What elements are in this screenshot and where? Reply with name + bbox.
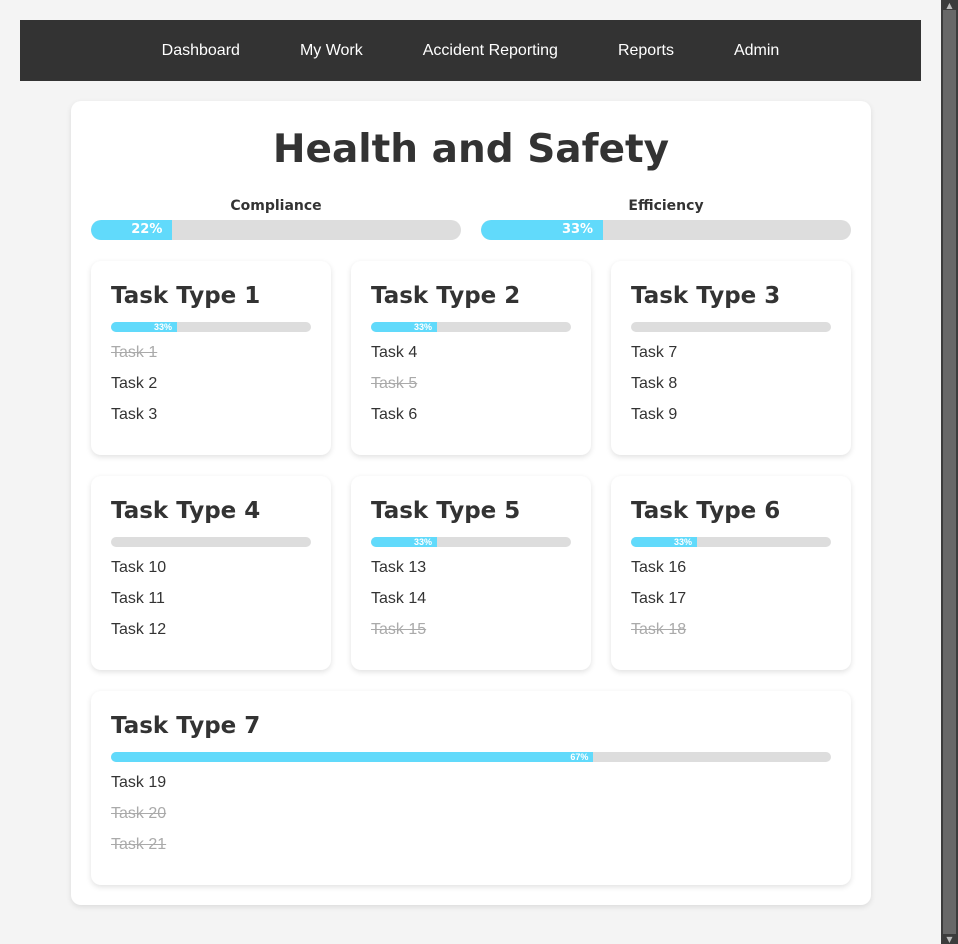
- task-type-title: Task Type 2: [371, 283, 521, 309]
- task-type-card-2: Task Type 2 33% Task 4 Task 5 Task 6: [351, 261, 591, 455]
- task-type-card-4: Task Type 4 Task 10 Task 11 Task 12: [91, 476, 331, 670]
- scroll-up-arrow-icon[interactable]: ▲: [941, 0, 958, 10]
- task-item[interactable]: Task 15: [371, 620, 426, 651]
- vertical-scrollbar[interactable]: ▲ ▼: [941, 0, 958, 944]
- efficiency-progress-fill: 33%: [481, 220, 604, 240]
- task-item[interactable]: Task 17: [631, 589, 686, 620]
- task-type-title: Task Type 3: [631, 283, 781, 309]
- task-type-card-5: Task Type 5 33% Task 13 Task 14 Task 15: [351, 476, 591, 670]
- task-type-progress-bar: [111, 537, 311, 547]
- scroll-down-arrow-icon[interactable]: ▼: [941, 934, 958, 944]
- task-item[interactable]: Task 14: [371, 589, 426, 620]
- task-type-progress-fill: 33%: [111, 322, 177, 332]
- main-container: Health and Safety Compliance 22% Efficie…: [71, 101, 871, 905]
- nav-my-work[interactable]: My Work: [300, 42, 363, 60]
- task-type-card-3: Task Type 3 Task 7 Task 8 Task 9: [611, 261, 851, 455]
- task-item[interactable]: Task 21: [111, 835, 166, 866]
- compliance-progress-bar: 22%: [91, 220, 461, 240]
- task-item[interactable]: Task 16: [631, 558, 686, 589]
- task-list: Task 19 Task 20 Task 21: [111, 773, 166, 866]
- task-type-progress-fill: 33%: [371, 322, 437, 332]
- nav-reports[interactable]: Reports: [618, 42, 674, 60]
- efficiency-progress-bar: 33%: [481, 220, 851, 240]
- task-type-progress-bar: 33%: [371, 322, 571, 332]
- task-item[interactable]: Task 19: [111, 773, 166, 804]
- task-type-progress-bar: 67%: [111, 752, 831, 762]
- task-type-progress-fill: 33%: [631, 537, 697, 547]
- task-item[interactable]: Task 5: [371, 374, 417, 405]
- task-item[interactable]: Task 18: [631, 620, 686, 651]
- viewport: Dashboard My Work Accident Reporting Rep…: [0, 0, 942, 944]
- task-item[interactable]: Task 10: [111, 558, 166, 589]
- task-type-progress-bar: 33%: [631, 537, 831, 547]
- task-item[interactable]: Task 13: [371, 558, 426, 589]
- task-list: Task 4 Task 5 Task 6: [371, 343, 417, 436]
- task-type-title: Task Type 5: [371, 498, 521, 524]
- task-type-title: Task Type 4: [111, 498, 261, 524]
- task-item[interactable]: Task 8: [631, 374, 677, 405]
- task-list: Task 1 Task 2 Task 3: [111, 343, 157, 436]
- nav-dashboard[interactable]: Dashboard: [162, 42, 240, 60]
- compliance-label: Compliance: [230, 198, 322, 214]
- task-type-progress-bar: 33%: [371, 537, 571, 547]
- scroll-thumb[interactable]: [943, 10, 956, 934]
- task-item[interactable]: Task 9: [631, 405, 677, 436]
- task-type-card-7: Task Type 7 67% Task 19 Task 20 Task 21: [91, 691, 851, 885]
- task-item[interactable]: Task 11: [111, 589, 166, 620]
- task-type-title: Task Type 1: [111, 283, 261, 309]
- task-list: Task 7 Task 8 Task 9: [631, 343, 677, 436]
- task-item[interactable]: Task 1: [111, 343, 157, 374]
- task-type-progress-bar: [631, 322, 831, 332]
- compliance-progress-fill: 22%: [91, 220, 173, 240]
- task-type-card-1: Task Type 1 33% Task 1 Task 2 Task 3: [91, 261, 331, 455]
- task-list: Task 10 Task 11 Task 12: [111, 558, 166, 651]
- page-title: Health and Safety: [272, 127, 670, 172]
- task-type-title: Task Type 7: [111, 713, 261, 739]
- task-item[interactable]: Task 20: [111, 804, 166, 835]
- efficiency-metric: Efficiency 33%: [481, 197, 851, 240]
- top-navbar: Dashboard My Work Accident Reporting Rep…: [20, 20, 921, 81]
- task-type-progress-fill: 67%: [111, 752, 594, 762]
- nav-admin[interactable]: Admin: [734, 42, 779, 60]
- task-item[interactable]: Task 4: [371, 343, 417, 374]
- task-type-card-6: Task Type 6 33% Task 16 Task 17 Task 18: [611, 476, 851, 670]
- task-type-title: Task Type 6: [631, 498, 781, 524]
- task-item[interactable]: Task 3: [111, 405, 157, 436]
- task-type-progress-fill: 33%: [371, 537, 437, 547]
- task-item[interactable]: Task 7: [631, 343, 677, 374]
- task-list: Task 13 Task 14 Task 15: [371, 558, 426, 651]
- task-item[interactable]: Task 6: [371, 405, 417, 436]
- efficiency-label: Efficiency: [628, 198, 704, 214]
- task-type-progress-bar: 33%: [111, 322, 311, 332]
- task-item[interactable]: Task 12: [111, 620, 166, 651]
- compliance-metric: Compliance 22%: [91, 197, 461, 240]
- nav-accident-reporting[interactable]: Accident Reporting: [423, 42, 558, 60]
- task-list: Task 16 Task 17 Task 18: [631, 558, 686, 651]
- task-item[interactable]: Task 2: [111, 374, 157, 405]
